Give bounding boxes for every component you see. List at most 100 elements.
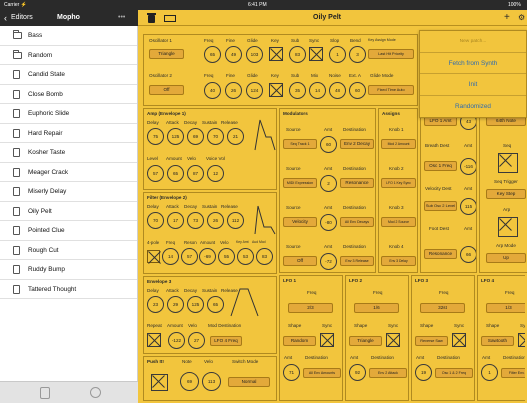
mod-source-button[interactable]: Velocity — [283, 217, 317, 227]
lfo-shape-button[interactable]: Random — [283, 336, 316, 346]
filter-mod-knob[interactable]: 83 — [256, 248, 273, 265]
filter-mod-knob[interactable]: 55 — [218, 248, 235, 265]
filter-param-knob[interactable]: 73 — [187, 212, 204, 229]
amp-param-knob[interactable]: 125 — [167, 128, 184, 145]
seq-toggle[interactable] — [498, 153, 518, 173]
lfo-sync-toggle[interactable] — [452, 333, 466, 347]
assign-button[interactable]: Mod 2 Amount — [381, 139, 416, 149]
trash-icon[interactable] — [147, 13, 156, 23]
osc1-sub-knob[interactable]: 83 — [289, 46, 306, 63]
osc1-freq-knob[interactable]: 65 — [204, 46, 221, 63]
init-item[interactable]: Init — [420, 74, 526, 96]
patches-tab-icon[interactable] — [40, 387, 50, 399]
filter-param-knob[interactable]: 112 — [227, 212, 244, 229]
randomized-item[interactable]: Randomized — [420, 96, 526, 118]
osc2-glide-knob[interactable]: 124 — [246, 82, 263, 99]
assign-button[interactable]: LFO 1 Key Sync — [381, 178, 416, 188]
osc1-fine-knob[interactable]: 49 — [225, 46, 242, 63]
assign-button[interactable]: Mod 2 Source — [381, 217, 416, 227]
mod-source-button[interactable]: MIDI Expression — [283, 178, 317, 188]
slop-knob[interactable]: 1 — [329, 46, 346, 63]
switch-mode-button[interactable]: Normal — [228, 377, 270, 387]
amp-param-knob[interactable]: 75 — [147, 128, 164, 145]
sidebar-item[interactable]: Euphoric Slide — [0, 104, 137, 124]
folder-icon[interactable] — [164, 14, 176, 22]
mod-amt-knob[interactable]: -72 — [320, 253, 337, 270]
breath-dest-button[interactable]: Osc 1 Freq — [424, 161, 457, 171]
filter-mod-knob[interactable]: -69 — [199, 248, 216, 265]
sidebar-item[interactable]: Close Bomb — [0, 85, 137, 104]
mod-dest-button[interactable]: Resonance — [340, 178, 374, 188]
back-button[interactable]: Editors — [11, 10, 33, 26]
four-pole-toggle[interactable] — [147, 250, 160, 263]
osc1-key-toggle[interactable] — [269, 47, 283, 61]
env3-dest-button[interactable]: LFO 4 Freq — [210, 336, 242, 346]
sidebar-item[interactable]: Bass — [0, 26, 137, 46]
filter-param-knob[interactable]: 70 — [147, 212, 164, 229]
lfo-dest-button[interactable]: Filter Env Amt — [501, 368, 525, 378]
add-icon[interactable]: + — [504, 10, 510, 26]
amp-param-knob[interactable]: 21 — [227, 128, 244, 145]
sidebar-item[interactable]: Candid State — [0, 65, 137, 85]
sidebar-item[interactable]: Hard Repair — [0, 124, 137, 143]
amp-param-knob[interactable]: 69 — [187, 128, 204, 145]
env3-param-knob[interactable]: 23 — [147, 296, 164, 313]
osc2-sub-knob[interactable]: 35 — [289, 82, 306, 99]
osc1-shape-button[interactable]: Triangle — [149, 49, 184, 59]
filter-param-knob[interactable]: 17 — [167, 212, 184, 229]
push-it-button[interactable] — [151, 374, 168, 391]
osc1-glide-knob[interactable]: 103 — [246, 46, 263, 63]
filter-param-knob[interactable]: 26 — [207, 212, 224, 229]
repeat-toggle[interactable] — [147, 333, 161, 347]
foot-dest-button[interactable]: Resonance — [424, 249, 457, 259]
seq-trigger-button[interactable]: Key Step — [486, 189, 526, 199]
lfo-dest-button[interactable]: All Env Amounts — [303, 368, 341, 378]
velocity-dest-button[interactable]: Sub Osc 2 Level — [424, 201, 457, 211]
filter-mod-knob[interactable]: 53 — [237, 248, 254, 265]
lfo-sync-toggle[interactable] — [320, 333, 334, 347]
settings-tab-icon[interactable] — [90, 387, 101, 398]
env3-velo-knob[interactable]: 27 — [188, 332, 205, 349]
filter-mod-knob[interactable]: 57 — [181, 248, 198, 265]
osc2-key-toggle[interactable] — [269, 83, 283, 97]
env3-param-knob[interactable]: 65 — [207, 296, 224, 313]
note-knob[interactable]: 69 — [180, 372, 199, 391]
amp-level-knob[interactable]: 57 — [147, 165, 164, 182]
osc2-shape-button[interactable]: Off — [149, 85, 184, 95]
more-icon[interactable]: ••• — [118, 10, 125, 26]
osc2-fine-knob[interactable]: 26 — [225, 82, 242, 99]
amp-level-knob[interactable]: 87 — [187, 165, 204, 182]
fetch-from-synth-item[interactable]: Fetch from Synth — [420, 53, 526, 74]
assign-button[interactable]: Env 3 Delay — [381, 256, 416, 266]
lfo-freq-button[interactable]: 1/3 — [486, 303, 525, 313]
amp-param-knob[interactable]: 70 — [207, 128, 224, 145]
bend-knob[interactable]: 3 — [349, 46, 366, 63]
key-assign-button[interactable]: Last Hit Priority — [368, 49, 414, 59]
sidebar-item[interactable]: Oily Pelt — [0, 202, 137, 221]
sidebar-item[interactable]: Meager Crack — [0, 163, 137, 182]
lfo-shape-button[interactable]: Triangle — [349, 336, 382, 346]
lfo-sync-toggle[interactable] — [386, 333, 400, 347]
lfo-freq-button[interactable]: 2/3 — [288, 303, 333, 313]
arp-toggle[interactable] — [498, 217, 518, 237]
lfo-dest-button[interactable]: Env 2 Attack — [369, 368, 407, 378]
sidebar-item[interactable]: Miserly Delay — [0, 182, 137, 202]
sync-toggle[interactable] — [309, 47, 323, 61]
velocity-amt-knob[interactable]: 115 — [460, 198, 476, 215]
env3-param-knob[interactable]: 125 — [187, 296, 204, 313]
sidebar-item[interactable]: Rough Cut — [0, 241, 137, 260]
noise-knob[interactable]: 48 — [329, 82, 346, 99]
sidebar-item[interactable]: Kosher Taste — [0, 143, 137, 163]
osc2-freq-knob[interactable]: 40 — [204, 82, 221, 99]
velo-knob[interactable]: 113 — [202, 372, 221, 391]
mod-amt-knob[interactable]: 60 — [320, 136, 337, 153]
sidebar-item[interactable]: Tattered Thought — [0, 280, 137, 299]
lfo-shape-button[interactable]: Reverse Saw — [415, 336, 448, 346]
mod-amt-knob[interactable]: 2 — [320, 175, 337, 192]
sidebar-item[interactable]: Random — [0, 46, 137, 65]
lfo-shape-button[interactable]: Sawtooth — [481, 336, 514, 346]
glide-mode-button[interactable]: Fixed Time Auto — [368, 85, 414, 95]
mod-amt-knob[interactable]: -80 — [320, 214, 337, 231]
env3-amount-knob[interactable]: -122 — [168, 332, 185, 349]
mod-dest-button[interactable]: Env 2 Decay — [340, 139, 374, 149]
